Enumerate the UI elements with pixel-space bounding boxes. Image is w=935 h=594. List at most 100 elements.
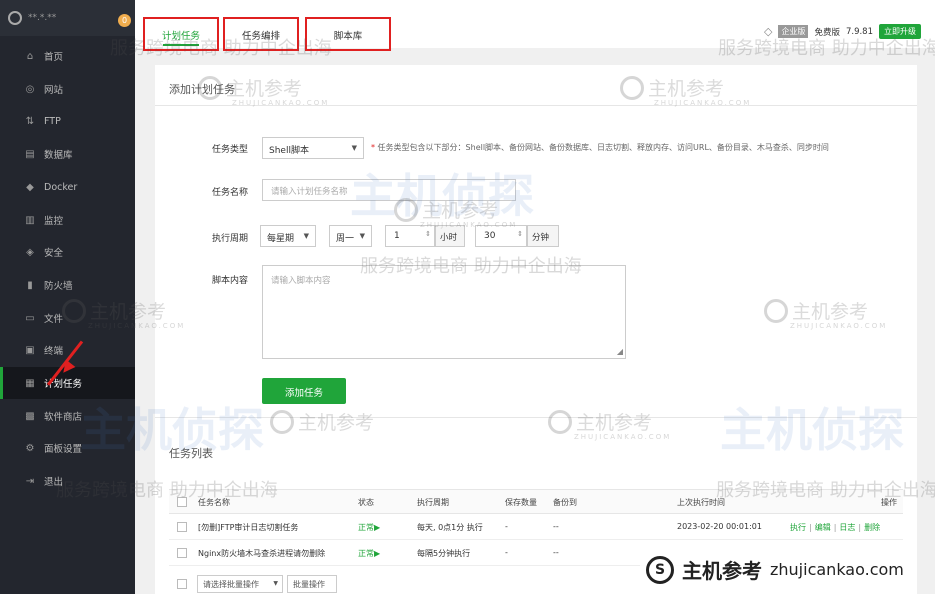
batch-button[interactable]: 批量操作: [287, 575, 337, 593]
hour-input[interactable]: 1 ⇕: [385, 225, 435, 247]
col-last-run: 上次执行时间: [677, 498, 725, 507]
resize-handle-icon[interactable]: ◢: [617, 347, 623, 356]
sidebar-item-label: 防火墙: [44, 281, 73, 292]
globe-icon: ◎: [25, 83, 35, 95]
task-name-label: 任务名称: [211, 188, 248, 198]
chevron-down-icon: ▼: [303, 232, 309, 240]
edition-label: 免费版: [814, 27, 840, 38]
task-ops: 执行 | 编辑 | 日志 | 删除: [790, 523, 881, 532]
script-textarea[interactable]: 请输入脚本内容 ◢: [262, 265, 626, 359]
cycle-select[interactable]: 每星期 ▼: [260, 225, 316, 247]
sidebar-item-label: 安全: [44, 248, 64, 259]
sidebar-item-label: 面板设置: [44, 444, 83, 455]
docker-icon: ◆: [26, 181, 34, 193]
add-task-button[interactable]: 添加任务: [262, 378, 346, 404]
batch-select-value: 请选择批量操作: [203, 580, 259, 589]
batch-checkbox[interactable]: [177, 579, 187, 589]
enterprise-tag[interactable]: 企业版: [778, 25, 809, 38]
sidebar: **.*.** 0 ⌂ 首页 ◎ 网站 ⇅ FTP ▤ 数据库 ◆ Docker ▥ 监控 …: [0, 0, 135, 594]
task-keep: -: [505, 548, 508, 557]
sidebar-item-label: 网站: [44, 85, 64, 96]
sidebar-item-label: FTP: [44, 115, 61, 127]
log-link[interactable]: 日志: [839, 523, 855, 532]
task-keep: -: [505, 522, 508, 531]
tab-script-library[interactable]: 脚本库: [305, 17, 391, 51]
stepper-icon[interactable]: ⇕: [425, 230, 431, 238]
script-label: 脚本内容: [211, 276, 248, 286]
sidebar-item-store[interactable]: ▩ 软件商店: [0, 400, 135, 432]
footer-brand: 主机参考: [682, 559, 762, 583]
task-name-input[interactable]: 请输入计划任务名称: [262, 179, 516, 201]
hour-value: 1: [394, 231, 400, 241]
cycle-value: 每星期: [267, 234, 295, 244]
logout-icon: ⇥: [25, 475, 35, 487]
weekday-select[interactable]: 周一 ▼: [329, 225, 372, 247]
select-all-checkbox[interactable]: [177, 497, 187, 507]
divider: [155, 417, 917, 418]
sidebar-item-database[interactable]: ▤ 数据库: [0, 138, 135, 170]
database-icon: ▤: [25, 148, 35, 160]
sidebar-item-label: 文件: [44, 314, 64, 325]
edition-info: ◇ 企业版 免费版 7.9.81 立即升级: [764, 24, 921, 39]
col-backup: 备份到: [553, 498, 577, 507]
version-label: 7.9.81: [845, 26, 873, 37]
row-checkbox[interactable]: [177, 548, 187, 558]
sidebar-item-logout[interactable]: ⇥ 退出: [0, 465, 135, 497]
sidebar-item-home[interactable]: ⌂ 首页: [0, 40, 135, 72]
edit-link[interactable]: 编辑: [815, 523, 831, 532]
tab-cron-tasks[interactable]: 计划任务: [143, 17, 219, 51]
footer-domain: zhujicankao.com: [770, 560, 904, 579]
sidebar-item-security[interactable]: ◈ 安全: [0, 236, 135, 268]
main-content: 添加计划任务 任务类型 Shell脚本 ▼ * 任务类型包含以下部分：Shell…: [155, 65, 917, 594]
task-cycle: 每天, 0点1分 执行: [417, 523, 483, 532]
task-name[interactable]: [勿删]FTP审计日志切割任务: [198, 522, 298, 533]
delete-link[interactable]: 删除: [864, 523, 880, 532]
upgrade-button[interactable]: 立即升级: [879, 24, 921, 39]
sidebar-item-label: 软件商店: [44, 412, 83, 423]
sidebar-item-label: 监控: [44, 216, 64, 227]
terminal-icon: ▣: [25, 344, 35, 356]
sidebar-header: **.*.**: [0, 0, 135, 36]
notification-badge[interactable]: 0: [118, 14, 131, 27]
run-link[interactable]: 执行: [790, 523, 806, 532]
sidebar-item-label: 数据库: [44, 150, 73, 161]
stepper-icon[interactable]: ⇕: [517, 230, 523, 238]
monitor-icon: ▥: [25, 214, 35, 226]
ftp-icon: ⇅: [25, 115, 35, 127]
tab-task-orchestration[interactable]: 任务编排: [223, 17, 299, 51]
sidebar-item-files[interactable]: ▭ 文件: [0, 302, 135, 334]
task-type-hint: * 任务类型包含以下部分：Shell脚本、备份网站、备份数据库、日志切割、释放内…: [371, 143, 829, 152]
task-type-select[interactable]: Shell脚本 ▼: [262, 137, 364, 159]
col-keep: 保存数量: [505, 498, 537, 507]
add-task-title: 添加计划任务: [169, 83, 235, 96]
cycle-label: 执行周期: [211, 234, 248, 244]
task-backup: --: [553, 522, 559, 531]
task-backup: --: [553, 548, 559, 557]
panel-logo-icon: [8, 11, 22, 25]
task-status[interactable]: 正常▶: [358, 522, 380, 533]
sidebar-item-monitor[interactable]: ▥ 监控: [0, 204, 135, 236]
minute-input[interactable]: 30 ⇕: [475, 225, 527, 247]
sidebar-item-settings[interactable]: ⚙ 面板设置: [0, 432, 135, 464]
task-status[interactable]: 正常▶: [358, 548, 380, 559]
batch-select[interactable]: 请选择批量操作 ▼: [197, 575, 283, 593]
calendar-icon: ▦: [25, 377, 35, 389]
chevron-down-icon: ▼: [273, 580, 278, 587]
task-type-label: 任务类型: [211, 145, 248, 155]
sidebar-item-label: 首页: [44, 52, 64, 63]
sidebar-item-firewall[interactable]: ▮ 防火墙: [0, 269, 135, 301]
task-cycle: 每隔5分钟执行: [417, 549, 471, 558]
sidebar-item-ftp[interactable]: ⇅ FTP: [0, 105, 135, 137]
grid-icon: ▩: [25, 410, 35, 422]
row-checkbox[interactable]: [177, 522, 187, 532]
table-row: [勿删]FTP审计日志切割任务 正常▶ 每天, 0点1分 执行 - -- 202…: [169, 514, 903, 540]
col-name: 任务名称: [198, 498, 230, 507]
task-name[interactable]: Nginx防火墙木马查杀进程请勿删除: [198, 548, 325, 559]
weekday-value: 周一: [336, 234, 355, 244]
col-ops: 操作: [881, 498, 897, 507]
col-cycle: 执行周期: [417, 498, 449, 507]
server-ip: **.*.**: [28, 13, 57, 23]
sidebar-item-label: 退出: [44, 477, 64, 488]
sidebar-item-docker[interactable]: ◆ Docker: [0, 171, 135, 203]
sidebar-item-website[interactable]: ◎ 网站: [0, 73, 135, 105]
